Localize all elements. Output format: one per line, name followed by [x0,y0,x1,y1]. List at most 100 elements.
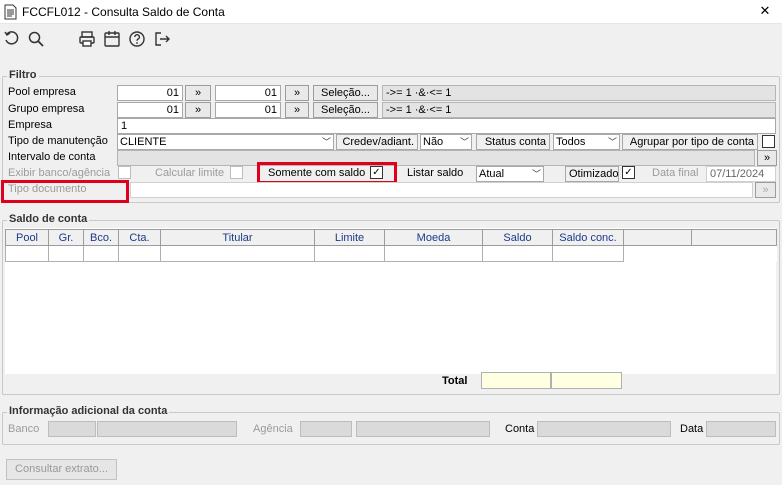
table-cell[interactable] [552,245,624,262]
check-icon: ✓ [624,167,633,178]
column-header[interactable]: Moeda [384,229,483,246]
column-header[interactable] [623,229,692,246]
total-saldo-conc-cell [551,372,622,389]
column-header[interactable]: Saldo conc. [552,229,624,246]
table-cell[interactable] [482,245,553,262]
pool-empresa-lookup-button[interactable]: » [185,85,211,101]
data-label: Data [680,423,704,435]
calcular-limite-label: Calcular limite [155,167,225,179]
empresa-input[interactable]: 1 [117,118,776,134]
tipo-documento-input[interactable] [130,182,753,198]
intervalo-conta-input[interactable] [117,150,755,166]
chevron-down-icon: ﹀ [321,137,331,147]
title-bar: FCCFL012 - Consulta Saldo de Conta ✕ [0,0,782,24]
agencia-label: Agência [253,423,293,435]
double-chevron-icon: » [194,104,202,116]
banco-code-input [48,421,96,437]
column-header[interactable]: Pool [5,229,49,246]
conta-input [537,421,671,437]
data-input [706,421,776,437]
print-icon[interactable] [77,29,97,49]
pool-empresa-to-input[interactable]: 01 [215,85,281,101]
refresh-icon[interactable] [2,29,22,49]
table-cell[interactable] [160,245,315,262]
saldo-group-title: Saldo de conta [7,213,90,225]
column-header[interactable]: Titular [160,229,315,246]
consultar-extrato-button[interactable]: Consultar extrato... [6,459,117,480]
grupo-empresa-to-lookup-button[interactable]: » [285,102,309,118]
intervalo-conta-label: Intervalo de conta [8,151,96,163]
column-header[interactable]: Limite [314,229,385,246]
grupo-empresa-lookup-button[interactable]: » [185,102,211,118]
pool-empresa-expression: ->= 1 ·&·<= 1 [382,85,776,101]
agrupar-checkbox[interactable] [762,135,775,148]
column-header[interactable]: Bco. [83,229,119,246]
otimizado-checkbox[interactable]: ✓ [622,166,635,179]
grupo-empresa-selecao-button[interactable]: Seleção... [313,102,378,118]
table-cell [691,245,777,262]
double-chevron-icon: » [293,87,301,99]
tipo-manutencao-label: Tipo de manutenção [8,135,108,147]
exibir-banco-label: Exibir banco/agência [8,167,111,179]
double-chevron-icon: » [293,104,301,116]
table-cell[interactable] [384,245,483,262]
help-icon[interactable] [127,29,147,49]
tipo-manutencao-value: CLIENTE [120,136,167,148]
table-cell[interactable] [83,245,119,262]
column-header[interactable]: Saldo [482,229,553,246]
listar-saldo-select[interactable]: Atual ﹀ [476,166,544,182]
agrupar-label: Agrupar por tipo de conta [622,134,758,150]
table-cell[interactable] [5,245,49,262]
pool-empresa-selecao-button[interactable]: Seleção... [313,85,378,101]
credev-select[interactable]: Não ﹀ [420,134,472,150]
search-icon[interactable] [26,29,46,49]
exit-icon[interactable] [152,29,172,49]
double-chevron-icon: » [762,184,769,196]
grupo-empresa-label: Grupo empresa [8,103,85,115]
somente-saldo-label: Somente com saldo [268,167,366,179]
data-final-label: Data final [652,167,699,179]
double-chevron-icon: » [194,87,202,99]
saldo-header-row: Pool Gr. Bco. Cta. Titular Limite Moeda … [5,229,777,246]
intervalo-conta-lookup-button[interactable]: » [757,150,777,166]
otimizado-label: Otimizado [565,166,619,182]
total-saldo-cell [481,372,551,389]
column-header[interactable]: Cta. [118,229,161,246]
status-conta-value: Todos [556,136,586,148]
exibir-banco-checkbox[interactable] [118,166,131,179]
pool-empresa-to-lookup-button[interactable]: » [285,85,309,101]
pool-empresa-from-input[interactable]: 01 [117,85,183,101]
tipo-documento-lookup-button[interactable]: » [755,182,776,198]
listar-saldo-label: Listar saldo [407,167,464,179]
somente-saldo-checkbox[interactable]: ✓ [370,166,383,179]
table-cell[interactable] [118,245,161,262]
double-chevron-icon: » [763,152,771,164]
listar-saldo-value: Atual [479,168,505,180]
column-header[interactable] [691,229,777,246]
table-cell[interactable] [48,245,84,262]
grupo-empresa-expression: ->= 1 ·&·<= 1 [382,102,776,118]
status-conta-select[interactable]: Todos ﹀ [553,134,620,150]
tipo-manutencao-select[interactable]: CLIENTE ﹀ [117,134,334,150]
close-button[interactable]: ✕ [748,0,782,22]
window-title: FCCFL012 - Consulta Saldo de Conta [22,5,225,19]
empresa-label: Empresa [8,119,53,131]
table-cell[interactable] [314,245,385,262]
calendar-icon[interactable] [102,29,122,49]
info-group-title: Informação adicional da conta [7,405,170,417]
agencia-name-input [356,421,490,437]
check-icon: ✓ [372,167,381,178]
chevron-down-icon: ﹀ [531,169,541,179]
data-final-input[interactable]: 07/11/2024 [706,166,776,182]
column-header[interactable]: Gr. [48,229,84,246]
total-label: Total [442,375,468,387]
saldo-table: Pool Gr. Bco. Cta. Titular Limite Moeda … [5,229,777,262]
grupo-empresa-to-input[interactable]: 01 [215,102,281,118]
tipo-documento-label: Tipo documento [8,183,87,195]
pool-empresa-label: Pool empresa [8,86,76,98]
table-row[interactable] [5,245,777,262]
calcular-limite-checkbox[interactable] [230,166,243,179]
banco-label: Banco [8,423,40,435]
status-conta-label: Status conta [476,134,550,150]
grupo-empresa-from-input[interactable]: 01 [117,102,183,118]
